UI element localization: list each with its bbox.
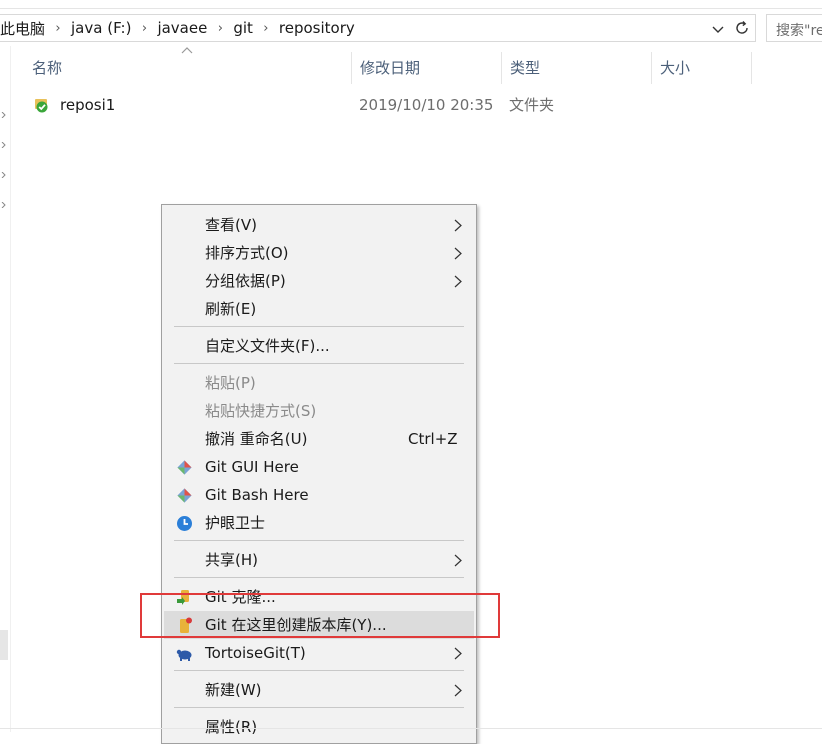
breadcrumb-separator-icon[interactable]: › <box>131 21 157 36</box>
menu-item-paste[interactable]: 粘贴(P) <box>164 369 474 397</box>
chevron-down-icon[interactable] <box>709 20 727 38</box>
column-header-size[interactable]: 大小 <box>652 52 750 84</box>
menu-item-label: 属性(R) <box>205 718 258 736</box>
expand-arrow-icon[interactable] <box>1 202 7 208</box>
chevron-right-icon <box>454 275 462 288</box>
menu-item-group[interactable]: 分组依据(P) <box>164 267 474 295</box>
chevron-right-icon <box>454 684 462 697</box>
menu-item-git-bash[interactable]: Git Bash Here <box>164 481 474 509</box>
breadcrumb-git[interactable]: git <box>233 19 253 37</box>
menu-item-share[interactable]: 共享(H) <box>164 546 474 574</box>
breadcrumb-repository[interactable]: repository <box>279 19 355 37</box>
git-bash-icon <box>177 488 192 503</box>
menu-item-label: 自定义文件夹(F)... <box>205 337 330 355</box>
menu-item-paste-shortcut[interactable]: 粘贴快捷方式(S) <box>164 397 474 425</box>
context-menu[interactable]: 查看(V) 排序方式(O) 分组依据(P) 刷新(E) 自定义文件夹(F)...… <box>161 204 477 744</box>
file-date: 2019/10/10 20:35 <box>359 96 494 114</box>
menu-separator <box>174 326 464 327</box>
chevron-right-icon <box>454 219 462 232</box>
nav-selected-item[interactable] <box>0 630 8 660</box>
navigation-pane[interactable] <box>0 46 11 732</box>
menu-item-git-gui[interactable]: Git GUI Here <box>164 453 474 481</box>
git-gui-icon <box>177 460 192 475</box>
window-top-edge <box>0 0 822 9</box>
menu-item-customize-folder[interactable]: 自定义文件夹(F)... <box>164 332 474 360</box>
menu-item-label: 共享(H) <box>205 551 258 569</box>
menu-item-label: 刷新(E) <box>205 300 257 318</box>
menu-item-tortoisegit[interactable]: TortoiseGit(T) <box>164 639 474 667</box>
search-input[interactable]: 搜索"re <box>766 14 822 42</box>
menu-item-eye-guard[interactable]: 护眼卫士 <box>164 509 474 537</box>
menu-item-new[interactable]: 新建(W) <box>164 676 474 704</box>
refresh-icon[interactable] <box>733 19 751 37</box>
column-header-date[interactable]: 修改日期 <box>352 52 500 84</box>
file-type: 文件夹 <box>509 96 555 114</box>
expand-arrow-icon[interactable] <box>1 112 7 118</box>
breadcrumb-separator-icon[interactable]: › <box>45 21 71 36</box>
menu-item-refresh[interactable]: 刷新(E) <box>164 295 474 323</box>
column-header-name[interactable]: 名称 <box>24 52 350 84</box>
menu-item-shortcut: Ctrl+Z <box>408 430 458 448</box>
column-divider[interactable] <box>751 52 752 84</box>
window-bottom-edge <box>0 728 822 729</box>
menu-item-label: 分组依据(P) <box>205 272 286 290</box>
menu-item-label: 粘贴快捷方式(S) <box>205 402 317 420</box>
menu-item-label: 粘贴(P) <box>205 374 256 392</box>
menu-item-label: 护眼卫士 <box>205 514 266 532</box>
column-header-type[interactable]: 类型 <box>502 52 650 84</box>
expand-arrow-icon[interactable] <box>1 142 7 148</box>
breadcrumb-separator-icon[interactable]: › <box>253 21 279 36</box>
menu-item-label: Git Bash Here <box>205 486 309 504</box>
menu-separator <box>174 670 464 671</box>
breadcrumb-separator-icon[interactable]: › <box>207 21 233 36</box>
menu-item-label: 新建(W) <box>205 681 262 699</box>
menu-separator <box>174 577 464 578</box>
menu-item-label: 排序方式(O) <box>205 244 289 262</box>
chevron-right-icon <box>454 554 462 567</box>
menu-item-label: 撤消 重命名(U) <box>205 430 308 448</box>
menu-separator <box>174 707 464 708</box>
chevron-right-icon <box>454 647 462 660</box>
menu-item-label: Git GUI Here <box>205 458 299 476</box>
annotation-highlight-box <box>140 593 500 638</box>
breadcrumb-javaee[interactable]: javaee <box>157 19 207 37</box>
menu-item-undo-rename[interactable]: 撤消 重命名(U) Ctrl+Z <box>164 425 474 453</box>
file-name[interactable]: reposi1 <box>60 92 115 118</box>
menu-separator <box>174 540 464 541</box>
tortoisegit-folder-clean-icon <box>35 99 48 113</box>
menu-item-label: TortoiseGit(T) <box>205 644 306 662</box>
menu-separator <box>174 363 464 364</box>
breadcrumb-this-pc[interactable]: 此电脑 <box>0 18 45 39</box>
file-row[interactable]: reposi1 2019/10/10 20:35 文件夹 <box>30 92 590 118</box>
breadcrumb-drive[interactable]: java (F:) <box>71 19 131 37</box>
chevron-right-icon <box>454 247 462 260</box>
clock-icon <box>177 516 192 531</box>
expand-arrow-icon[interactable] <box>1 172 7 178</box>
tortoisegit-icon <box>176 649 192 661</box>
menu-item-sort[interactable]: 排序方式(O) <box>164 239 474 267</box>
address-bar[interactable]: 此电脑 › java (F:) › javaee › git › reposit… <box>0 14 756 42</box>
menu-item-properties[interactable]: 属性(R) <box>164 713 474 741</box>
menu-item-view[interactable]: 查看(V) <box>164 211 474 239</box>
menu-item-label: 查看(V) <box>205 216 257 234</box>
